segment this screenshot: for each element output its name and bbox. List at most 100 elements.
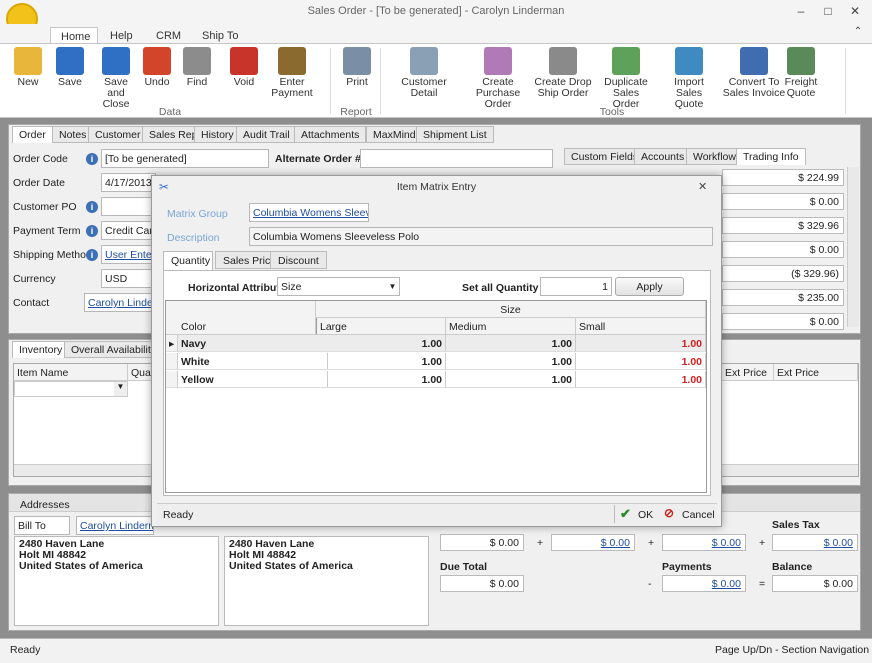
tab-accounts[interactable]: Accounts	[634, 148, 692, 165]
customer-po-field[interactable]	[101, 197, 156, 216]
ribbon-button-customer-detail[interactable]: Customer Detail	[396, 47, 452, 99]
save-and-close-icon	[102, 47, 130, 75]
tab-maxmind[interactable]: MaxMind	[366, 126, 423, 143]
ribbon-collapse-icon[interactable]: ⌃	[850, 26, 866, 40]
matrix-cell-medium[interactable]: 1.00	[446, 335, 576, 352]
minimize-icon[interactable]: –	[793, 4, 809, 18]
maximize-icon[interactable]: □	[820, 4, 836, 18]
sales-tax-amount-link[interactable]: $ 0.00	[772, 534, 858, 551]
tab-overall-availability[interactable]: Overall Availability	[64, 341, 164, 358]
tab-attachments[interactable]: Attachments	[294, 126, 367, 143]
order-code-field: [To be generated]	[101, 149, 269, 168]
matrix-cell-large[interactable]: 1.00	[316, 353, 446, 370]
bill-to-button[interactable]: Bill To	[14, 516, 70, 535]
trading-info-value: $ 235.00	[722, 289, 844, 306]
items-header-ext-price-2: Ext Price	[774, 364, 858, 381]
ribbon-button-import-sales-quote[interactable]: Import Sales Quote	[661, 47, 717, 110]
cancel-button[interactable]: ⊘ Cancel	[664, 506, 715, 524]
ribbon-button-label: Void	[233, 76, 255, 88]
ribbon-button-label: Print	[346, 76, 368, 88]
ribbon-button-create-purchase-order[interactable]: Create Purchase Order	[462, 47, 534, 110]
tab-workflow[interactable]: Workflow	[686, 148, 743, 165]
horizontal-attribute-select[interactable]: Size	[277, 277, 400, 296]
matrix-group-link[interactable]: Columbia Womens Sleevel...	[249, 203, 369, 222]
tab-trading-info[interactable]: Trading Info	[736, 148, 806, 165]
freight-amount-link[interactable]: $ 0.00	[551, 534, 635, 551]
chevron-down-icon[interactable]: ▼	[114, 382, 127, 396]
tab-customer[interactable]: Customer	[88, 126, 148, 143]
ribbon-button-void[interactable]: Void	[229, 47, 259, 88]
row-selector[interactable]	[166, 353, 178, 370]
tab-order[interactable]: Order	[12, 126, 53, 143]
ribbon-button-freight-quote[interactable]: Freight Quote	[782, 47, 820, 99]
freight-quote-icon	[787, 47, 815, 75]
trading-info-scrollbar[interactable]	[847, 167, 859, 327]
info-icon[interactable]: i	[86, 153, 98, 165]
void-icon	[230, 47, 258, 75]
other-amount-link[interactable]: $ 0.00	[662, 534, 746, 551]
tab-audit-trail[interactable]: Audit Trail	[236, 126, 297, 143]
ribbon-button-enter-payment[interactable]: Enter Payment	[266, 47, 318, 99]
info-icon[interactable]: i	[86, 249, 98, 261]
ribbon-button-convert-to-sales-invoice[interactable]: Convert To Sales Invoice	[722, 47, 786, 99]
close-icon[interactable]: ✕	[698, 180, 707, 193]
matrix-cell-color[interactable]: Navy	[178, 335, 328, 352]
row-selector[interactable]: ▸	[166, 335, 178, 352]
ribbon-separator	[845, 48, 846, 114]
tab-inventory[interactable]: Inventory	[12, 341, 70, 358]
ribbon-button-find[interactable]: Find	[180, 47, 214, 88]
matrix-cell-color[interactable]: Yellow	[178, 371, 328, 388]
apply-button[interactable]: Apply	[615, 277, 684, 296]
matrix-cell-small[interactable]: 1.00	[576, 353, 706, 370]
shipping-method-link[interactable]: User Entered	[101, 245, 156, 264]
matrix-cell-small[interactable]: 1.00	[576, 371, 706, 388]
info-icon[interactable]: i	[86, 225, 98, 237]
plus-sign: +	[537, 537, 544, 549]
currency-field[interactable]: USD	[101, 269, 156, 288]
form-tabs: Order Notes Customer Sales Rep History Audit …	[10, 124, 530, 144]
matrix-cell-large[interactable]: 1.00	[316, 335, 446, 352]
duplicate-sales-order-icon	[612, 47, 640, 75]
contact-link[interactable]: Carolyn Linderman	[84, 293, 156, 312]
row-selector[interactable]	[166, 371, 178, 388]
tab-discount[interactable]: Discount	[270, 251, 327, 269]
tab-quantity[interactable]: Quantity	[163, 251, 213, 270]
ribbon-button-save[interactable]: Save	[55, 47, 85, 88]
ribbon-button-undo[interactable]: Undo	[142, 47, 172, 88]
close-icon[interactable]: ✕	[847, 4, 863, 18]
set-all-quantity-input[interactable]: 1	[540, 277, 612, 296]
new-icon	[14, 47, 42, 75]
alternate-order-field[interactable]	[360, 149, 553, 168]
address-line: United States of America	[19, 560, 143, 572]
tab-custom-fields[interactable]: Custom Fields	[564, 148, 646, 165]
ribbon-button-save-and-close[interactable]: Save and Close	[94, 47, 138, 110]
ribbon-button-create-drop-ship-order[interactable]: Create Drop Ship Order	[534, 47, 592, 99]
payment-term-field[interactable]: Credit Card	[101, 221, 156, 240]
ribbon-button-duplicate-sales-order[interactable]: Duplicate Sales Order	[598, 47, 654, 110]
ribbon-button-new[interactable]: New	[14, 47, 42, 88]
order-date-field[interactable]: 4/17/2013	[101, 173, 156, 192]
tab-history[interactable]: History	[194, 126, 241, 143]
payments-amount-link[interactable]: $ 0.00	[662, 575, 746, 592]
matrix-cell-large[interactable]: 1.00	[316, 371, 446, 388]
matrix-cell-color[interactable]: White	[178, 353, 328, 370]
column-header-small: Small	[576, 318, 706, 335]
ribbon-button-print[interactable]: Print	[340, 47, 374, 88]
ribbon-button-label: Undo	[144, 76, 170, 88]
chevron-down-icon[interactable]: ▼	[386, 278, 399, 295]
info-icon[interactable]: i	[86, 201, 98, 213]
tab-shipment-list[interactable]: Shipment List	[416, 126, 494, 143]
matrix-cell-small[interactable]: 1.00	[576, 335, 706, 352]
ribbon-group-data: Data	[158, 106, 182, 118]
ship-to-address[interactable]: 2480 Haven Lane Holt MI 48842 United Sta…	[224, 536, 429, 626]
item-name-filter[interactable]	[14, 381, 128, 397]
matrix-cell-medium[interactable]: 1.00	[446, 371, 576, 388]
save-icon	[56, 47, 84, 75]
ok-button[interactable]: ✔ OK	[620, 506, 660, 524]
matrix-cell-medium[interactable]: 1.00	[446, 353, 576, 370]
plus-sign: +	[648, 537, 655, 549]
find-icon	[183, 47, 211, 75]
bill-to-address[interactable]: 2480 Haven Lane Holt MI 48842 United Sta…	[14, 536, 219, 626]
cancel-label: Cancel	[682, 509, 715, 521]
bill-to-contact-link[interactable]: Carolyn Linderman	[76, 516, 154, 535]
